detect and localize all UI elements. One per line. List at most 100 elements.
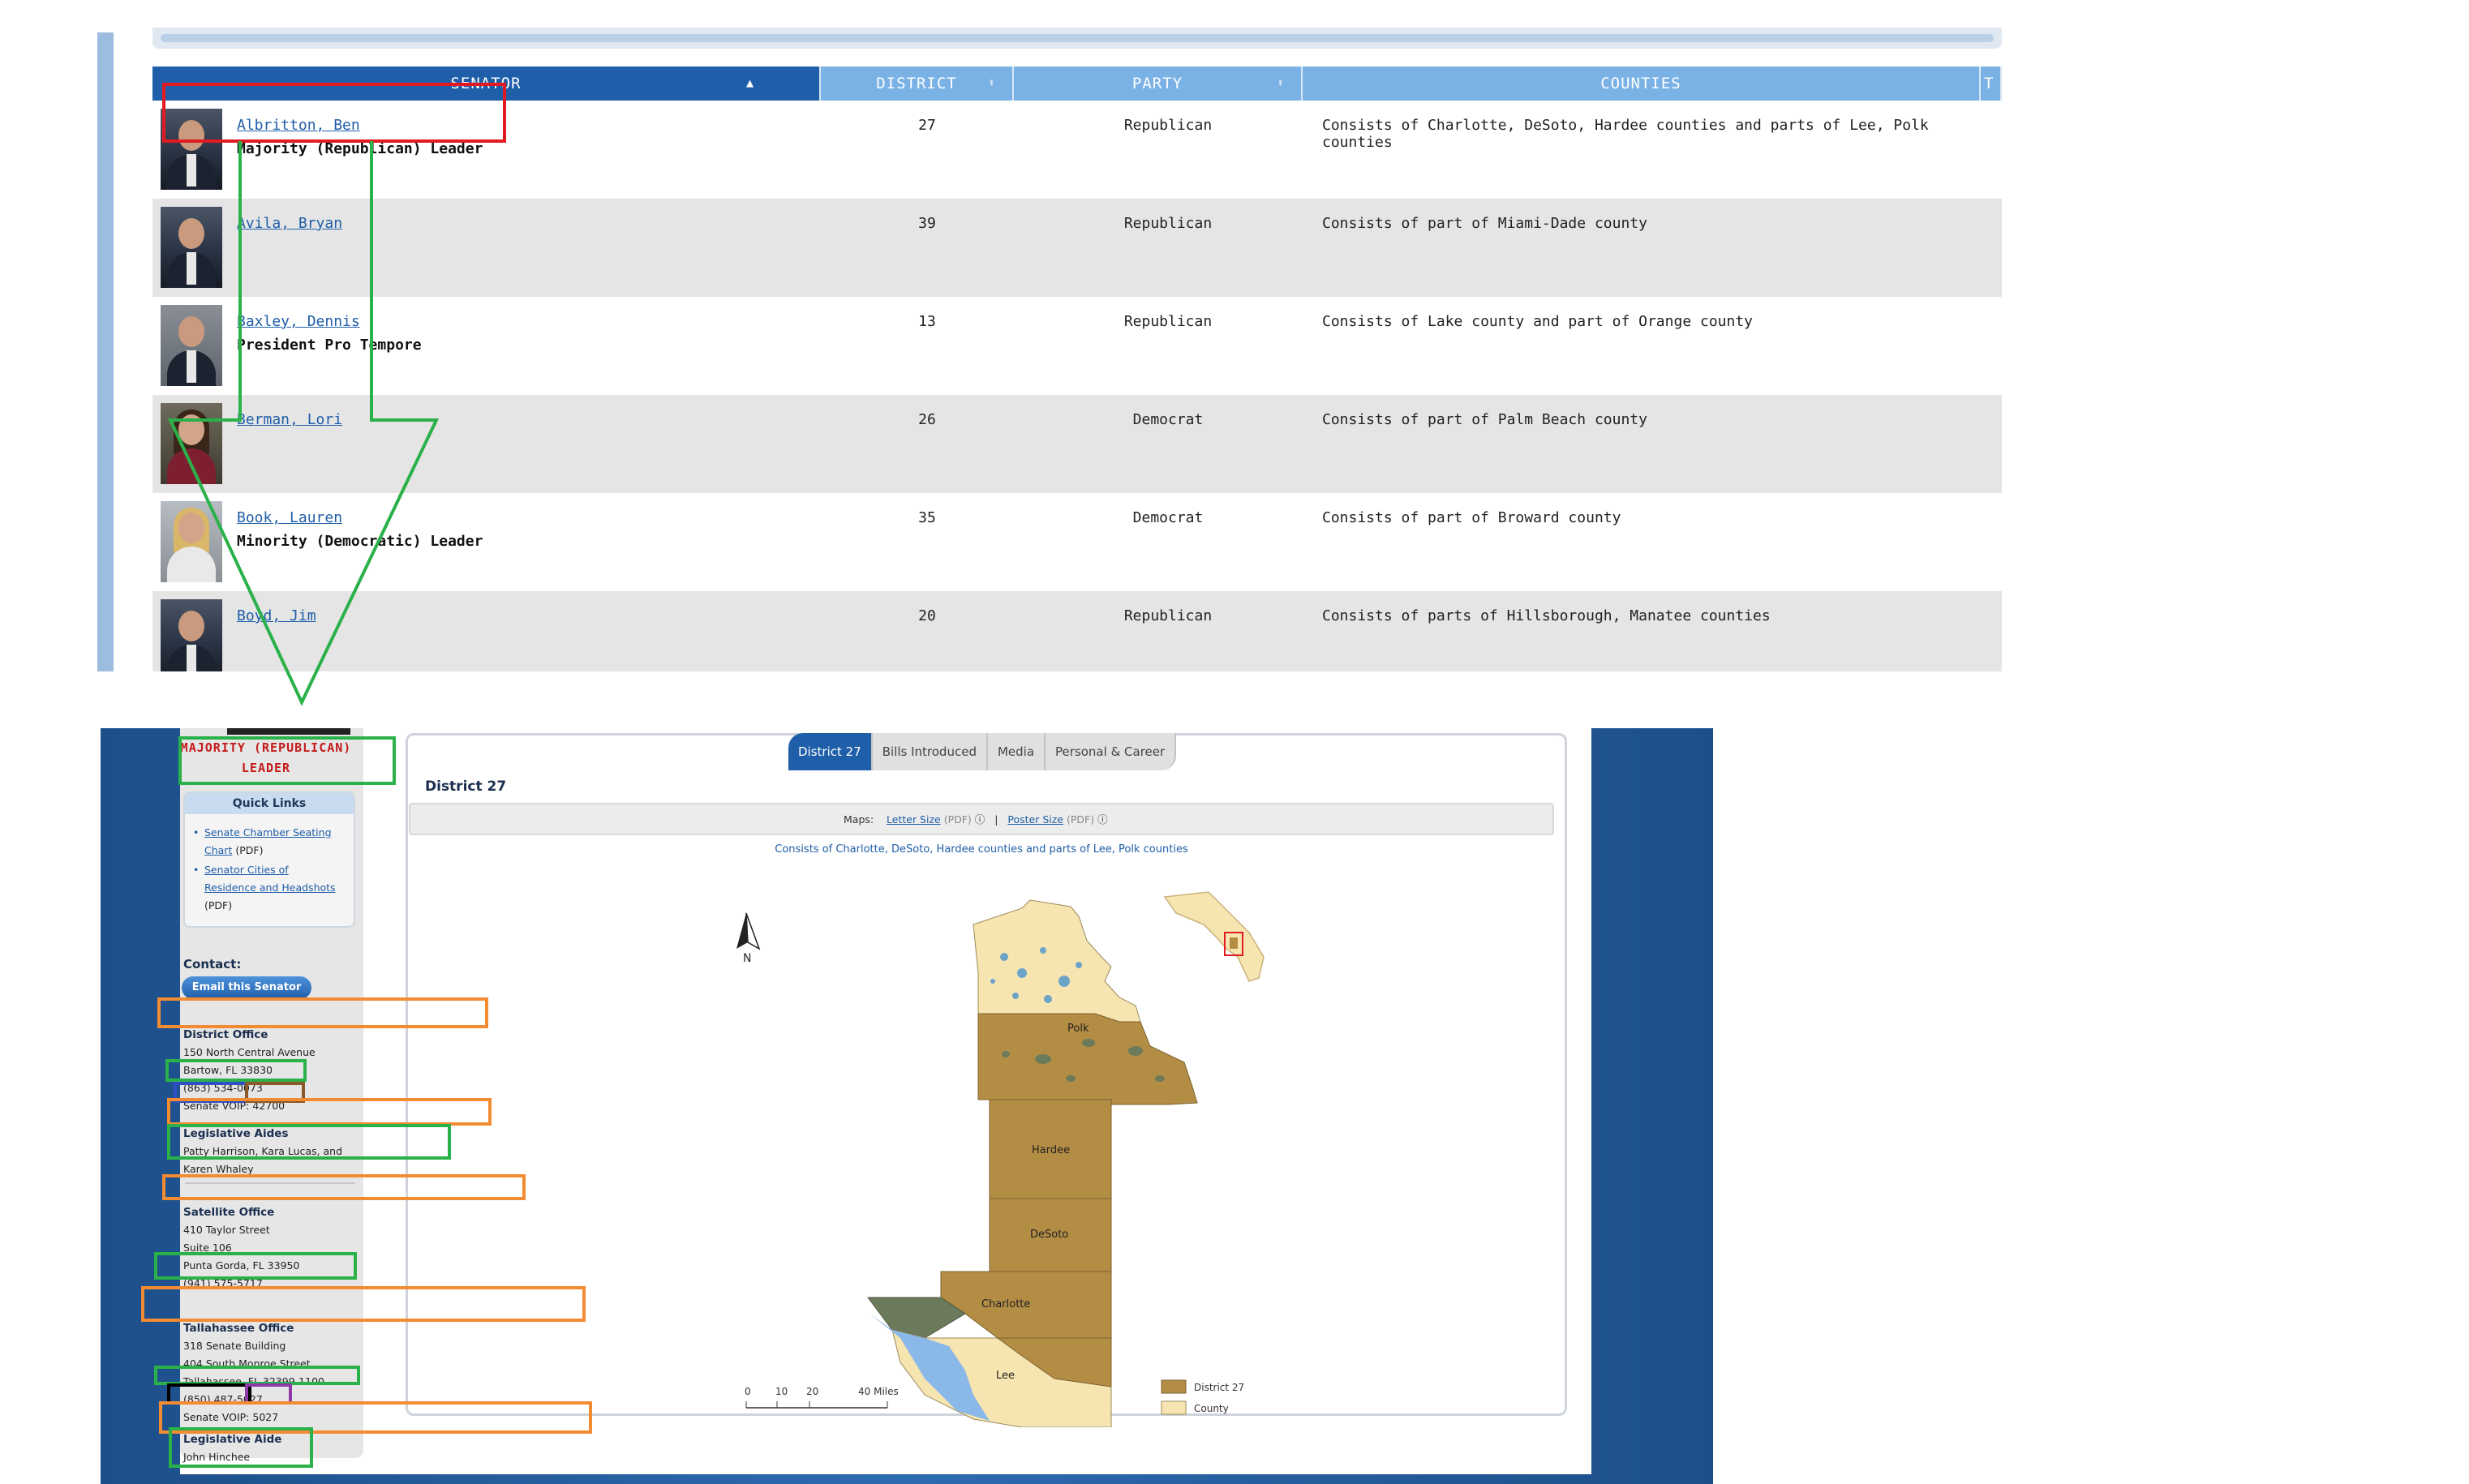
counties-cell: Consists of part of Miami-Dade county xyxy=(1322,215,1647,232)
senator-headshot[interactable] xyxy=(161,207,222,288)
senator-name-cell: Boyd, Jim xyxy=(237,591,831,671)
table-header: SENATOR ▲ DISTRICT ⬍ PARTY ⬍ COUNTIES T xyxy=(152,66,2002,101)
contact-label: Contact: xyxy=(183,957,242,971)
legislative-aides-names: Patty Harrison, Kara Lucas, and xyxy=(183,1145,343,1157)
quick-link-item: Senator Cities ofResidence and Headshots… xyxy=(193,861,347,915)
desoto-label: DeSoto xyxy=(1030,1229,1068,1241)
quick-link-item: Senate Chamber SeatingChart (PDF) xyxy=(193,824,347,860)
maps-links: Maps: Letter Size (PDF) ⓘ | Poster Size … xyxy=(844,813,1108,826)
senator-name-link[interactable]: Boyd, Jim xyxy=(237,607,831,624)
svg-text:0: 0 xyxy=(745,1386,751,1397)
district-cell: 20 xyxy=(918,607,936,624)
senator-headshot[interactable] xyxy=(161,109,222,190)
district-office-phone[interactable]: (863) 534-0073 xyxy=(183,1079,263,1097)
satellite-office-suite: Suite 106 xyxy=(183,1242,232,1254)
tab-bills-introduced[interactable]: Bills Introduced xyxy=(872,733,988,770)
party-cell: Republican xyxy=(1123,117,1213,134)
district-cell: 27 xyxy=(918,117,936,134)
senator-photo-cell xyxy=(152,199,237,297)
map-caption: Consists of Charlotte, DeSoto, Hardee co… xyxy=(775,843,1188,856)
senator-headshot[interactable] xyxy=(161,305,222,386)
party-cell: Republican xyxy=(1123,607,1213,624)
column-header-label: COUNTIES xyxy=(1600,75,1681,92)
counties-cell: Consists of part of Palm Beach county xyxy=(1322,411,1647,428)
senator-tabs: District 27 Bills Introduced Media Perso… xyxy=(788,733,1177,770)
district-map: N Polk Hardee DeSoto Charlotte Lee 0 10 … xyxy=(736,891,1265,1427)
party-cell: Democrat xyxy=(1132,411,1204,428)
sort-both-icon: ⬍ xyxy=(987,75,996,90)
party-cell: Democrat xyxy=(1132,509,1204,526)
svg-text:10: 10 xyxy=(775,1386,788,1397)
sort-both-icon: ⬍ xyxy=(1276,75,1285,90)
senator-name-link[interactable]: Book, Lauren xyxy=(237,509,831,526)
svg-text:20: 20 xyxy=(806,1386,818,1397)
senator-photo-cell xyxy=(152,101,237,199)
tallahassee-office-building: 318 Senate Building xyxy=(183,1340,286,1352)
tallahassee-office-voip: Senate VOIP: 5027 xyxy=(183,1411,279,1423)
senator-title: President Pro Tempore xyxy=(237,337,422,354)
polk-label: Polk xyxy=(1067,1023,1089,1035)
counties-cell: Consists of Charlotte, DeSoto, Hardee co… xyxy=(1322,117,1929,151)
tab-personal-career[interactable]: Personal & Career xyxy=(1046,733,1177,770)
poster-size-map-link[interactable]: Poster Size xyxy=(1007,813,1063,826)
column-header-counties[interactable]: COUNTIES xyxy=(1303,66,1981,101)
column-header-label: PARTY xyxy=(1131,75,1183,92)
email-senator-button[interactable]: Email this Senator xyxy=(182,976,311,999)
legislative-aides-names-cont: Karen Whaley xyxy=(183,1163,254,1175)
senator-title: Majority (Republican) Leader xyxy=(237,140,483,157)
senator-photo-cell xyxy=(152,591,237,671)
scrollbar-thumb[interactable] xyxy=(161,34,1994,42)
table-row: Boyd, Jim 20 Republican Consists of part… xyxy=(152,591,2002,671)
tallahassee-office-phone[interactable]: (850) 487-5027 xyxy=(183,1391,263,1409)
legislative-aides-heading: Legislative Aides xyxy=(183,1127,289,1140)
party-cell: Republican xyxy=(1123,313,1213,330)
tallahassee-office-city: Tallahassee, FL 32399-1100 xyxy=(183,1375,324,1387)
sidebar-divider xyxy=(185,1182,355,1184)
senator-name-link[interactable]: Albritton, Ben xyxy=(237,117,831,134)
table-row: Baxley, Dennis President Pro Tempore 13 … xyxy=(152,297,2002,395)
district-office-voip: Senate VOIP: 42700 xyxy=(183,1100,286,1112)
district-cell: 13 xyxy=(918,313,936,330)
svg-text:District 27: District 27 xyxy=(1194,1382,1244,1393)
satellite-office-phone[interactable]: (941) 575-5717 xyxy=(183,1275,263,1293)
column-header-senator[interactable]: SENATOR ▲ xyxy=(152,66,821,101)
senator-name-cell: Baxley, Dennis President Pro Tempore xyxy=(237,297,831,395)
senator-name-link[interactable]: Berman, Lori xyxy=(237,411,831,428)
senator-headshot[interactable] xyxy=(161,599,222,671)
north-arrow-icon: N xyxy=(736,912,761,965)
district-heading: District 27 xyxy=(425,778,507,795)
district-cell: 39 xyxy=(918,215,936,232)
senator-photo-cell xyxy=(152,395,237,493)
district-office-heading: District Office xyxy=(183,1028,268,1041)
quick-links-heading: Quick Links xyxy=(185,793,354,814)
column-header-district[interactable]: DISTRICT ⬍ xyxy=(821,66,1014,101)
district-cell: 26 xyxy=(918,411,936,428)
satellite-office-heading: Satellite Office xyxy=(183,1206,275,1219)
horizontal-scrollbar[interactable] xyxy=(152,28,2002,49)
column-header-extra[interactable]: T xyxy=(1981,66,2002,101)
letter-size-map-link[interactable]: Letter Size xyxy=(887,813,941,826)
senator-name-link[interactable]: Avila, Bryan xyxy=(237,215,831,232)
tab-media[interactable]: Media xyxy=(987,733,1046,770)
senator-name-link[interactable]: Baxley, Dennis xyxy=(237,313,831,330)
senator-name-cell: Book, Lauren Minority (Democratic) Leade… xyxy=(237,493,831,591)
senator-headshot[interactable] xyxy=(161,403,222,484)
district-office-city: Bartow, FL 33830 xyxy=(183,1064,273,1076)
tab-district[interactable]: District 27 xyxy=(788,733,873,770)
senator-roster-table: SENATOR ▲ DISTRICT ⬍ PARTY ⬍ COUNTIES T … xyxy=(152,66,2002,671)
senator-headshot[interactable] xyxy=(161,501,222,582)
senator-name-cell: Berman, Lori xyxy=(237,395,831,493)
north-label: N xyxy=(743,952,751,965)
table-row: Albritton, Ben Majority (Republican) Lea… xyxy=(152,101,2002,199)
sort-ascending-icon: ▲ xyxy=(745,75,754,90)
column-header-label: T xyxy=(1984,75,1995,92)
residence-headshots-link[interactable]: Senator Cities of Residence and Headshots xyxy=(204,864,336,894)
tallahassee-office-heading: Tallahassee Office xyxy=(183,1322,294,1335)
column-header-party[interactable]: PARTY ⬍ xyxy=(1014,66,1303,101)
table-row: Avila, Bryan 39 Republican Consists of p… xyxy=(152,199,2002,297)
counties-cell: Consists of Lake county and part of Oran… xyxy=(1322,313,1754,330)
scale-bar: 0 10 20 40 Miles xyxy=(745,1386,899,1409)
district-office-address: 150 North Central Avenue xyxy=(183,1046,316,1058)
map-legend: District 27 County xyxy=(1161,1379,1244,1415)
seating-chart-link[interactable]: Senate Chamber Seating Chart xyxy=(204,826,332,856)
